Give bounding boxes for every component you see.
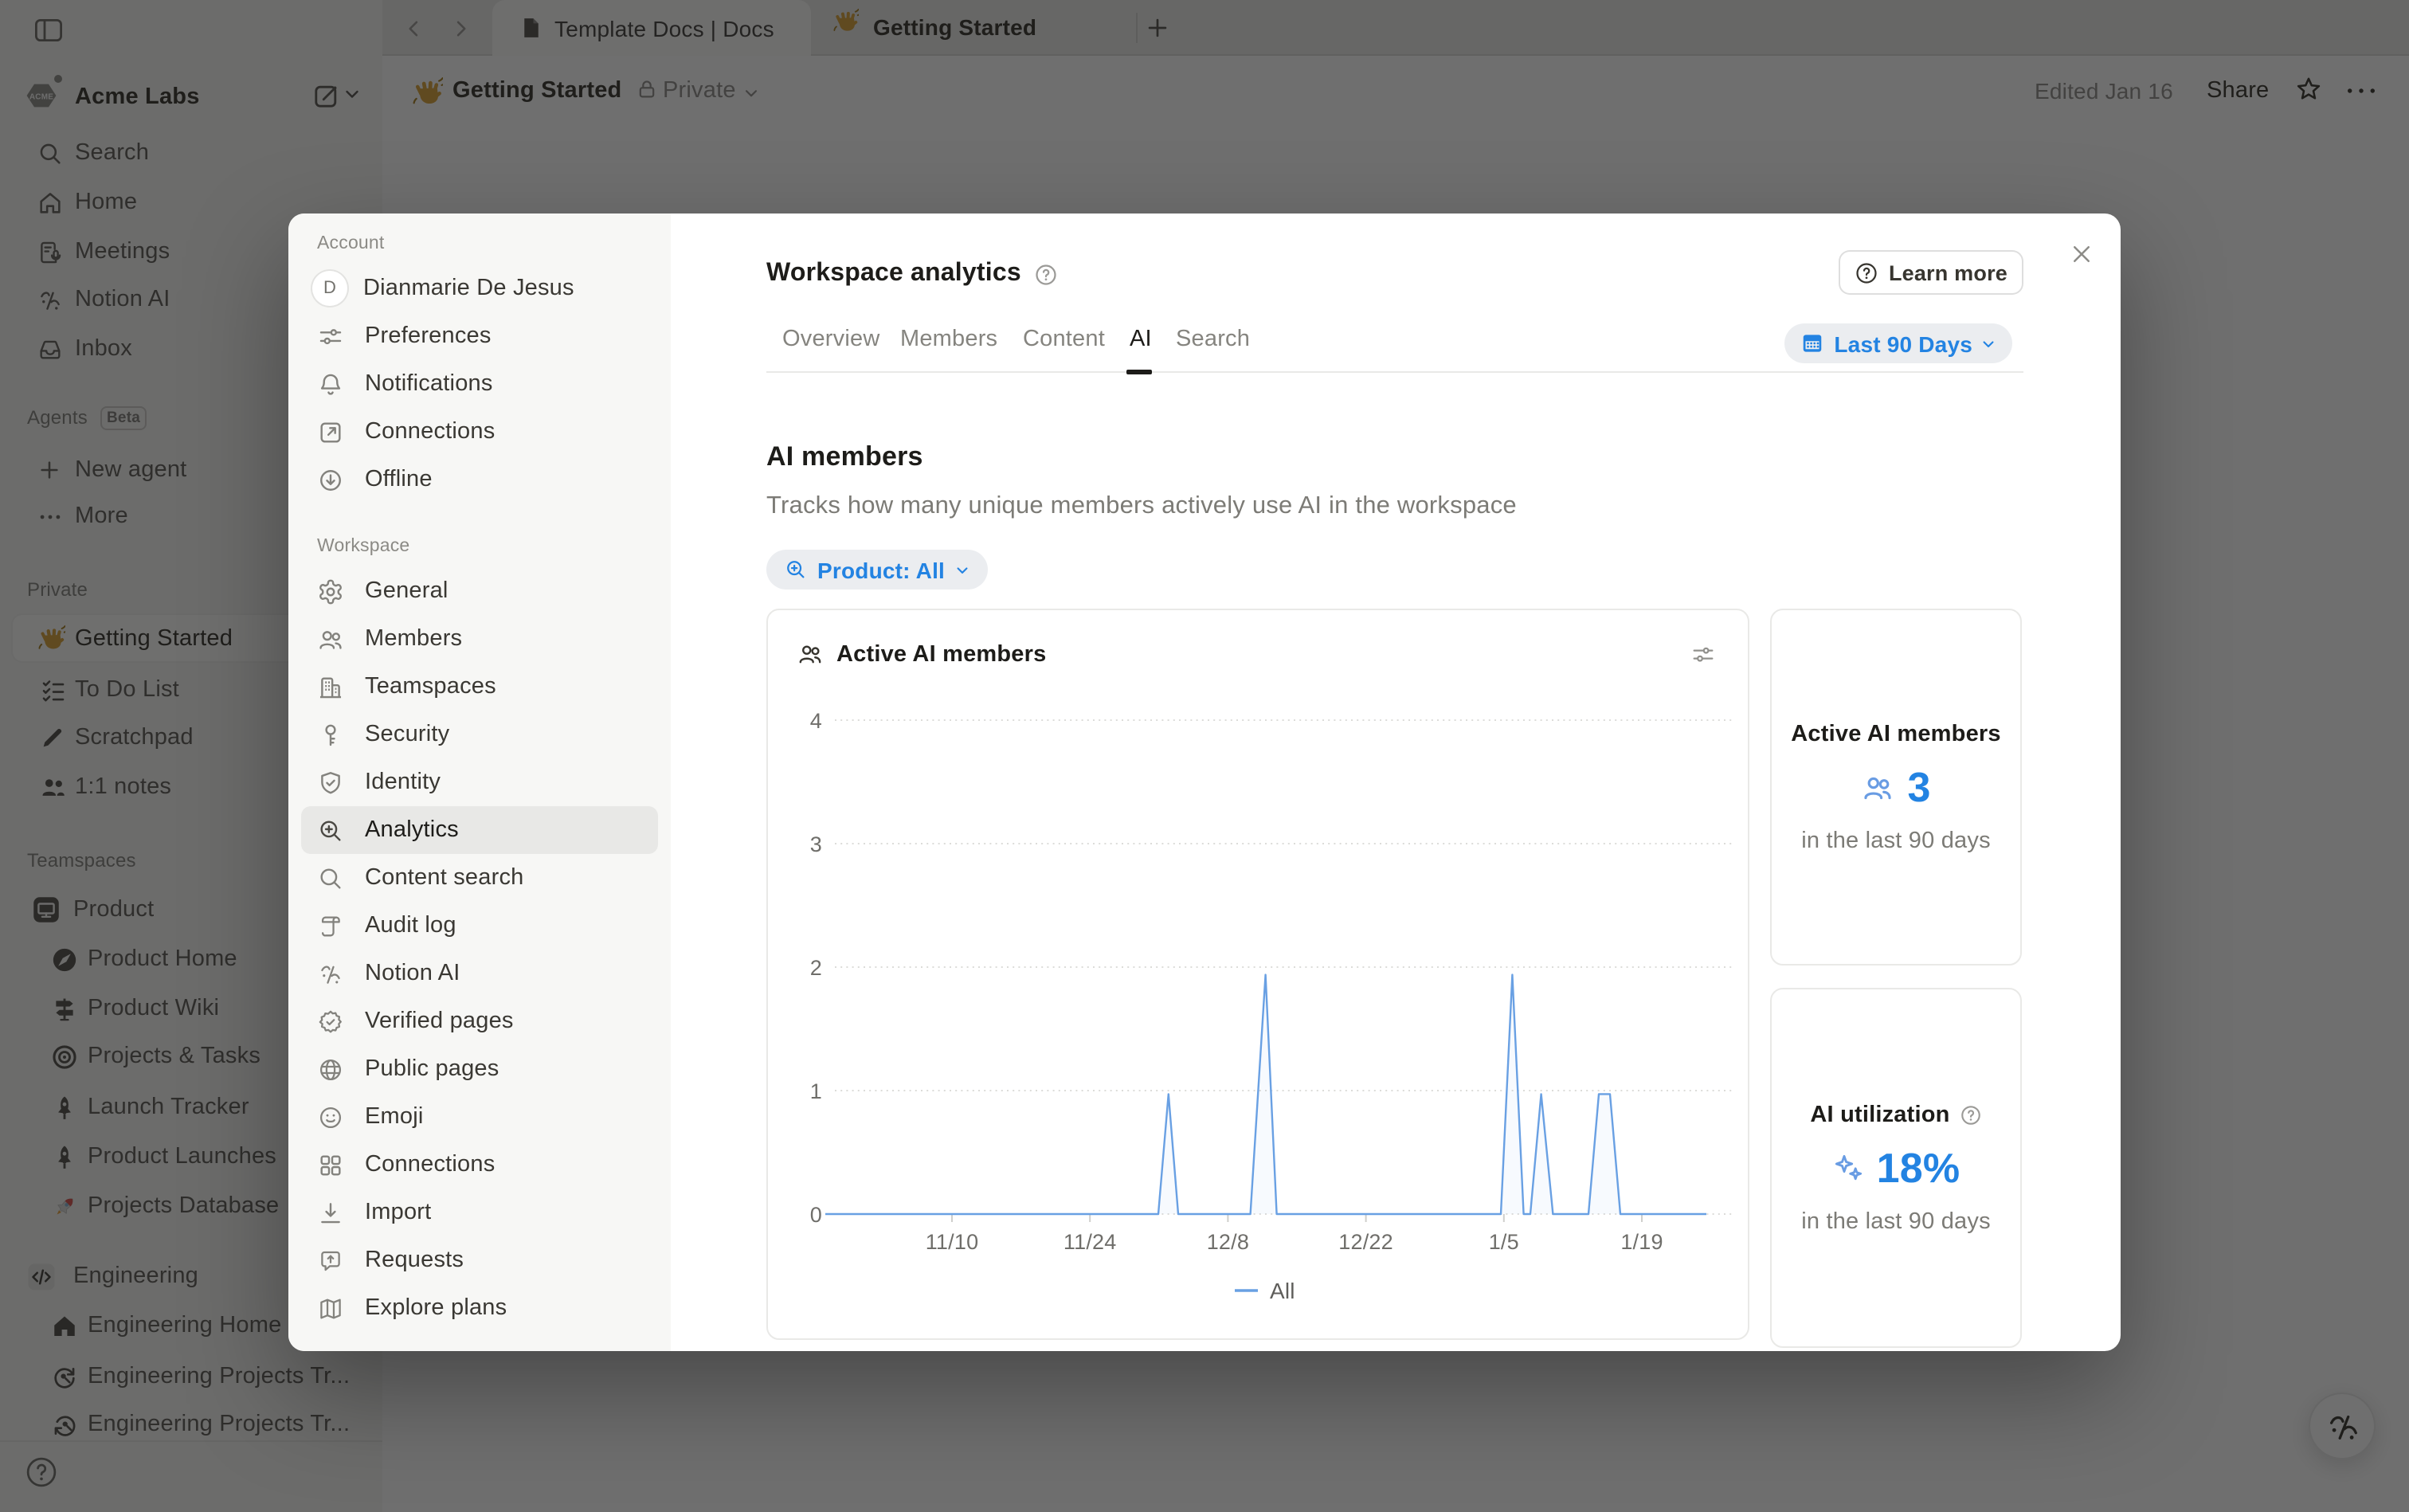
- svg-text:1/19: 1/19: [1620, 1230, 1663, 1254]
- svg-text:0: 0: [810, 1203, 822, 1227]
- svg-text:4: 4: [810, 709, 822, 733]
- svg-text:All: All: [1270, 1279, 1295, 1303]
- svg-text:12/8: 12/8: [1207, 1230, 1249, 1254]
- svg-text:1/5: 1/5: [1489, 1230, 1519, 1254]
- svg-text:1: 1: [810, 1079, 822, 1103]
- svg-text:2: 2: [810, 956, 822, 980]
- svg-text:11/10: 11/10: [926, 1230, 979, 1254]
- svg-text:3: 3: [810, 832, 822, 856]
- svg-text:12/22: 12/22: [1338, 1230, 1393, 1254]
- svg-text:11/24: 11/24: [1063, 1230, 1117, 1254]
